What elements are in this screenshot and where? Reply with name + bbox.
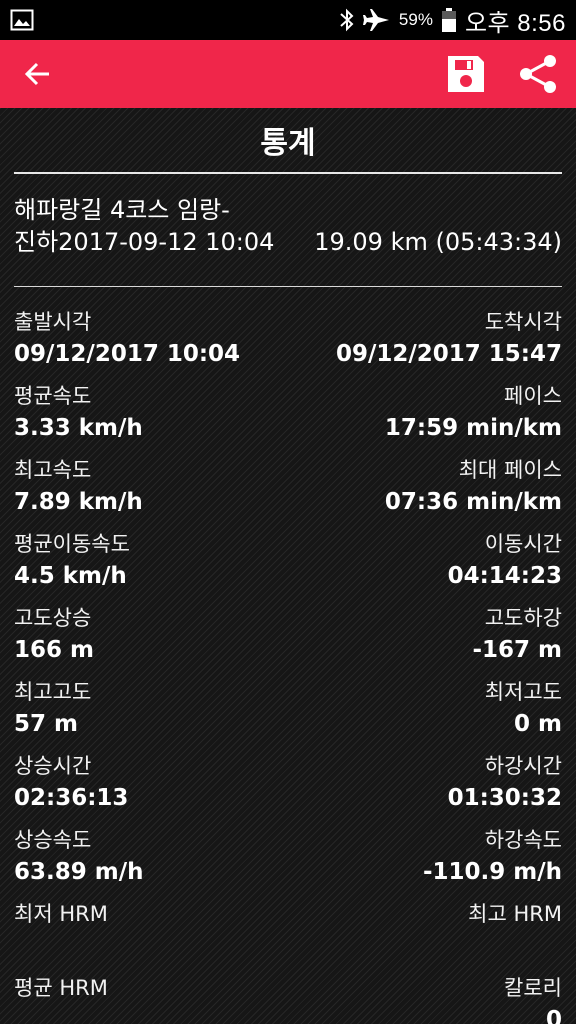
stat-label: 상승시간 — [14, 754, 92, 778]
route-summary: 19.09 km (05:43:34) — [314, 228, 562, 256]
status-bar: 59% 오후 8:56 — [0, 0, 576, 40]
stat-label: 상승속도 — [14, 828, 92, 852]
stat-label: 최고고도 — [14, 680, 92, 704]
share-icon[interactable] — [516, 54, 560, 94]
stat-row: 최고속도 7.89 km/h 최대 페이스 07:36 min/km — [14, 455, 562, 529]
stat-label: 최고속도 — [14, 458, 92, 482]
stat-label: 칼로리 — [504, 976, 562, 1000]
stat-value: 166 m — [14, 637, 94, 663]
stat-row: 최고고도 57 m 최저고도 0 m — [14, 677, 562, 751]
stat-label: 고도하강 — [484, 606, 562, 630]
stat-value: 57 m — [14, 711, 78, 737]
stat-value: 7.89 km/h — [14, 489, 143, 515]
stat-label: 출발시각 — [14, 310, 92, 334]
app-toolbar — [0, 40, 576, 108]
stat-label: 하강속도 — [484, 828, 562, 852]
stat-row: 평균속도 3.33 km/h 페이스 17:59 min/km — [14, 381, 562, 455]
stat-row: 상승속도 63.89 m/h 하강속도 -110.9 m/h — [14, 825, 562, 899]
stat-value: 17:59 min/km — [384, 415, 562, 441]
stat-value: -110.9 m/h — [422, 859, 562, 885]
stat-label: 평균 HRM — [14, 976, 108, 1000]
stat-value: -167 m — [472, 637, 562, 663]
clock: 오후 8:56 — [464, 9, 566, 37]
stat-label: 최대 페이스 — [458, 458, 562, 482]
back-arrow-icon[interactable] — [24, 60, 52, 88]
stat-value: 0 m — [514, 711, 562, 737]
stat-value: 0 — [545, 1007, 562, 1024]
stat-label: 이동시간 — [484, 532, 562, 556]
stat-value: 01:30:32 — [447, 785, 562, 811]
stat-label: 하강시간 — [484, 754, 562, 778]
stat-label: 고도상승 — [14, 606, 92, 630]
stat-label: 최저 HRM — [14, 902, 108, 926]
page-title: 통계 — [260, 126, 316, 161]
stat-row: 최저 HRM 최고 HRM — [14, 899, 562, 973]
stat-row: 평균이동속도 4.5 km/h 이동시간 04:14:23 — [14, 529, 562, 603]
stat-label: 평균이동속도 — [14, 532, 130, 556]
stat-value: 09/12/2017 15:47 — [335, 341, 562, 367]
image-icon — [10, 9, 34, 31]
stat-value: 07:36 min/km — [384, 489, 562, 515]
stat-row: 상승시간 02:36:13 하강시간 01:30:32 — [14, 751, 562, 825]
route-name-line1: 해파랑길 4코스 임랑- — [14, 196, 230, 224]
stat-row: 출발시각 09/12/2017 10:04 도착시각 09/12/2017 15:4… — [14, 307, 562, 381]
stats-list: 출발시각 09/12/2017 10:04 도착시각 09/12/2017 15:4… — [14, 287, 562, 1024]
stat-label: 페이스 — [504, 384, 562, 408]
stat-label: 최고 HRM — [468, 902, 562, 926]
stat-value: 02:36:13 — [14, 785, 129, 811]
stat-value: 09/12/2017 10:04 — [14, 341, 241, 367]
stats-content[interactable]: 통계 해파랑길 4코스 임랑- 진하2017-09-12 10:04 19.09… — [0, 108, 576, 1024]
stat-value: 4.5 km/h — [14, 563, 127, 589]
stat-value: 63.89 m/h — [14, 859, 144, 885]
battery-icon — [441, 7, 457, 33]
stat-label: 평균속도 — [14, 384, 92, 408]
airplane-mode-icon — [362, 7, 391, 33]
stat-value: 04:14:23 — [447, 563, 562, 589]
stat-label: 최저고도 — [484, 680, 562, 704]
bluetooth-icon — [339, 8, 355, 32]
stat-row: 고도상승 166 m 고도하강 -167 m — [14, 603, 562, 677]
stat-label: 도착시각 — [484, 310, 562, 334]
route-name-line2: 진하2017-09-12 10:04 — [14, 228, 275, 256]
route-header: 해파랑길 4코스 임랑- 진하2017-09-12 10:04 19.09 km… — [14, 174, 562, 282]
save-icon[interactable] — [446, 54, 486, 94]
stat-value: 3.33 km/h — [14, 415, 143, 441]
battery-percent: 59% — [398, 10, 433, 29]
stat-row: 평균 HRM 칼로리 0 — [14, 973, 562, 1024]
